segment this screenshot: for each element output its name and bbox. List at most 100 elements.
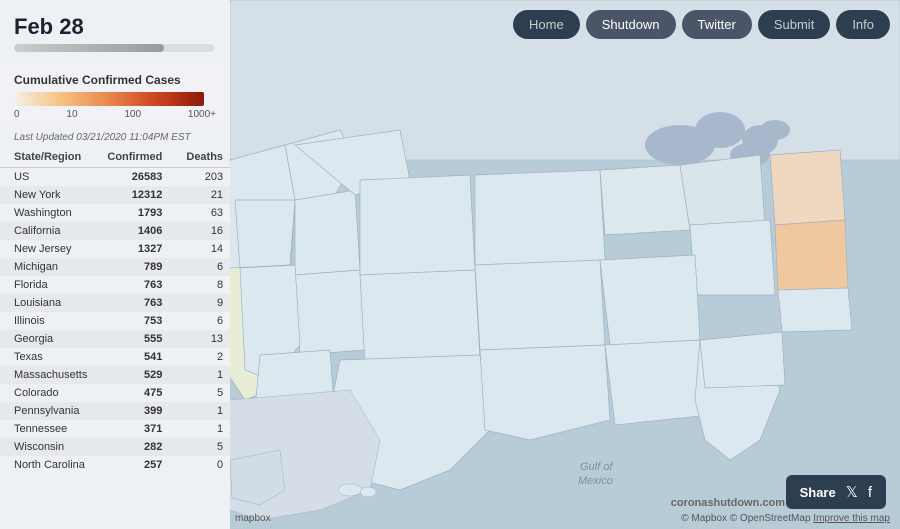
table-header-row: State/Region Confirmed Deaths [0, 147, 230, 168]
confirmed-cell: 26583 [93, 168, 172, 187]
table-row: New York1231221 [0, 186, 230, 204]
mapbox-label: mapbox [235, 513, 271, 524]
deaths-cell: 6 [172, 312, 230, 330]
deaths-cell: 5 [172, 438, 230, 456]
state-cell: Illinois [0, 312, 93, 330]
share-label: Share [800, 485, 836, 500]
date-display: Feb 28 [14, 14, 84, 40]
svg-text:Mexico: Mexico [578, 475, 613, 487]
table-row: Wisconsin2825 [0, 438, 230, 456]
state-cell: Wisconsin [0, 438, 93, 456]
svg-text:Gulf of: Gulf of [580, 461, 613, 473]
table-row: New Jersey132714 [0, 240, 230, 258]
table-row: Colorado4755 [0, 384, 230, 402]
deaths-cell: 8 [172, 276, 230, 294]
state-cell: Florida [0, 276, 93, 294]
legend-label-1: 10 [66, 109, 77, 120]
date-text: Feb 28 [14, 14, 84, 39]
state-cell: US [0, 168, 93, 187]
mapbox-text: mapbox [235, 513, 271, 524]
state-cell: Georgia [0, 330, 93, 348]
confirmed-cell: 763 [93, 276, 172, 294]
confirmed-cell: 371 [93, 420, 172, 438]
col-deaths: Deaths [172, 147, 230, 168]
legend-section: Cumulative Confirmed Cases 0 10 100 1000… [0, 65, 230, 126]
deaths-cell: 13 [172, 330, 230, 348]
deaths-cell: 21 [172, 186, 230, 204]
table-row: Louisiana7639 [0, 294, 230, 312]
watermark: coronashutdown.com [671, 497, 785, 509]
confirmed-cell: 1406 [93, 222, 172, 240]
watermark-text: coronashutdown.com [671, 497, 785, 509]
table-row: Washington179363 [0, 204, 230, 222]
deaths-cell: 1 [172, 420, 230, 438]
state-cell: Pennsylvania [0, 402, 93, 420]
deaths-cell: 2 [172, 348, 230, 366]
confirmed-cell: 789 [93, 258, 172, 276]
progress-bar-container [14, 44, 214, 52]
table-row: California140616 [0, 222, 230, 240]
table-row: Pennsylvania3991 [0, 402, 230, 420]
legend-label-3: 1000+ [188, 109, 216, 120]
state-cell: New Jersey [0, 240, 93, 258]
legend-title: Cumulative Confirmed Cases [14, 73, 216, 87]
legend-label-2: 100 [124, 109, 141, 120]
confirmed-cell: 1793 [93, 204, 172, 222]
state-cell: Michigan [0, 258, 93, 276]
confirmed-cell: 753 [93, 312, 172, 330]
share-bar[interactable]: Share 𝕏 f [786, 475, 886, 509]
table-row: Tennessee3711 [0, 420, 230, 438]
nav-shutdown[interactable]: Shutdown [586, 10, 676, 39]
deaths-cell: 14 [172, 240, 230, 258]
deaths-cell: 0 [172, 456, 230, 474]
table-row: Georgia55513 [0, 330, 230, 348]
improve-text[interactable]: Improve this map [813, 513, 890, 524]
progress-bar [14, 44, 164, 52]
state-cell: Louisiana [0, 294, 93, 312]
confirmed-cell: 257 [93, 456, 172, 474]
confirmed-cell: 529 [93, 366, 172, 384]
deaths-cell: 1 [172, 402, 230, 420]
deaths-cell: 5 [172, 384, 230, 402]
legend-labels: 0 10 100 1000+ [14, 109, 216, 120]
table-row: Florida7638 [0, 276, 230, 294]
copyright-text: © Mapbox © OpenStreetMap [681, 513, 810, 524]
state-cell: California [0, 222, 93, 240]
nav-submit[interactable]: Submit [758, 10, 830, 39]
nav-home[interactable]: Home [513, 10, 580, 39]
table-body: US26583203New York1231221Washington17936… [0, 168, 230, 475]
deaths-cell: 63 [172, 204, 230, 222]
nav-info[interactable]: Info [836, 10, 890, 39]
legend-bar [14, 92, 204, 106]
confirmed-cell: 12312 [93, 186, 172, 204]
deaths-cell: 6 [172, 258, 230, 276]
deaths-cell: 16 [172, 222, 230, 240]
sidebar: Cumulative Confirmed Cases 0 10 100 1000… [0, 0, 230, 529]
table-row: Illinois7536 [0, 312, 230, 330]
last-updated: Last Updated 03/21/2020 11:04PM EST [0, 126, 230, 147]
facebook-share-icon[interactable]: f [868, 484, 872, 501]
copyright: © Mapbox © OpenStreetMap Improve this ma… [681, 513, 890, 524]
confirmed-cell: 541 [93, 348, 172, 366]
state-cell: New York [0, 186, 93, 204]
legend-label-0: 0 [14, 109, 20, 120]
state-cell: Tennessee [0, 420, 93, 438]
deaths-cell: 9 [172, 294, 230, 312]
top-nav: Home Shutdown Twitter Submit Info [513, 10, 890, 39]
confirmed-cell: 1327 [93, 240, 172, 258]
confirmed-cell: 282 [93, 438, 172, 456]
confirmed-cell: 475 [93, 384, 172, 402]
state-cell: Massachusetts [0, 366, 93, 384]
confirmed-cell: 763 [93, 294, 172, 312]
state-cell: Washington [0, 204, 93, 222]
state-cell: Colorado [0, 384, 93, 402]
table-row: Michigan7896 [0, 258, 230, 276]
col-confirmed: Confirmed [93, 147, 172, 168]
table-row: US26583203 [0, 168, 230, 187]
table-row: Massachusetts5291 [0, 366, 230, 384]
confirmed-cell: 399 [93, 402, 172, 420]
data-table: State/Region Confirmed Deaths US26583203… [0, 147, 230, 474]
table-row: North Carolina2570 [0, 456, 230, 474]
twitter-share-icon[interactable]: 𝕏 [846, 483, 858, 501]
nav-twitter[interactable]: Twitter [682, 10, 752, 39]
